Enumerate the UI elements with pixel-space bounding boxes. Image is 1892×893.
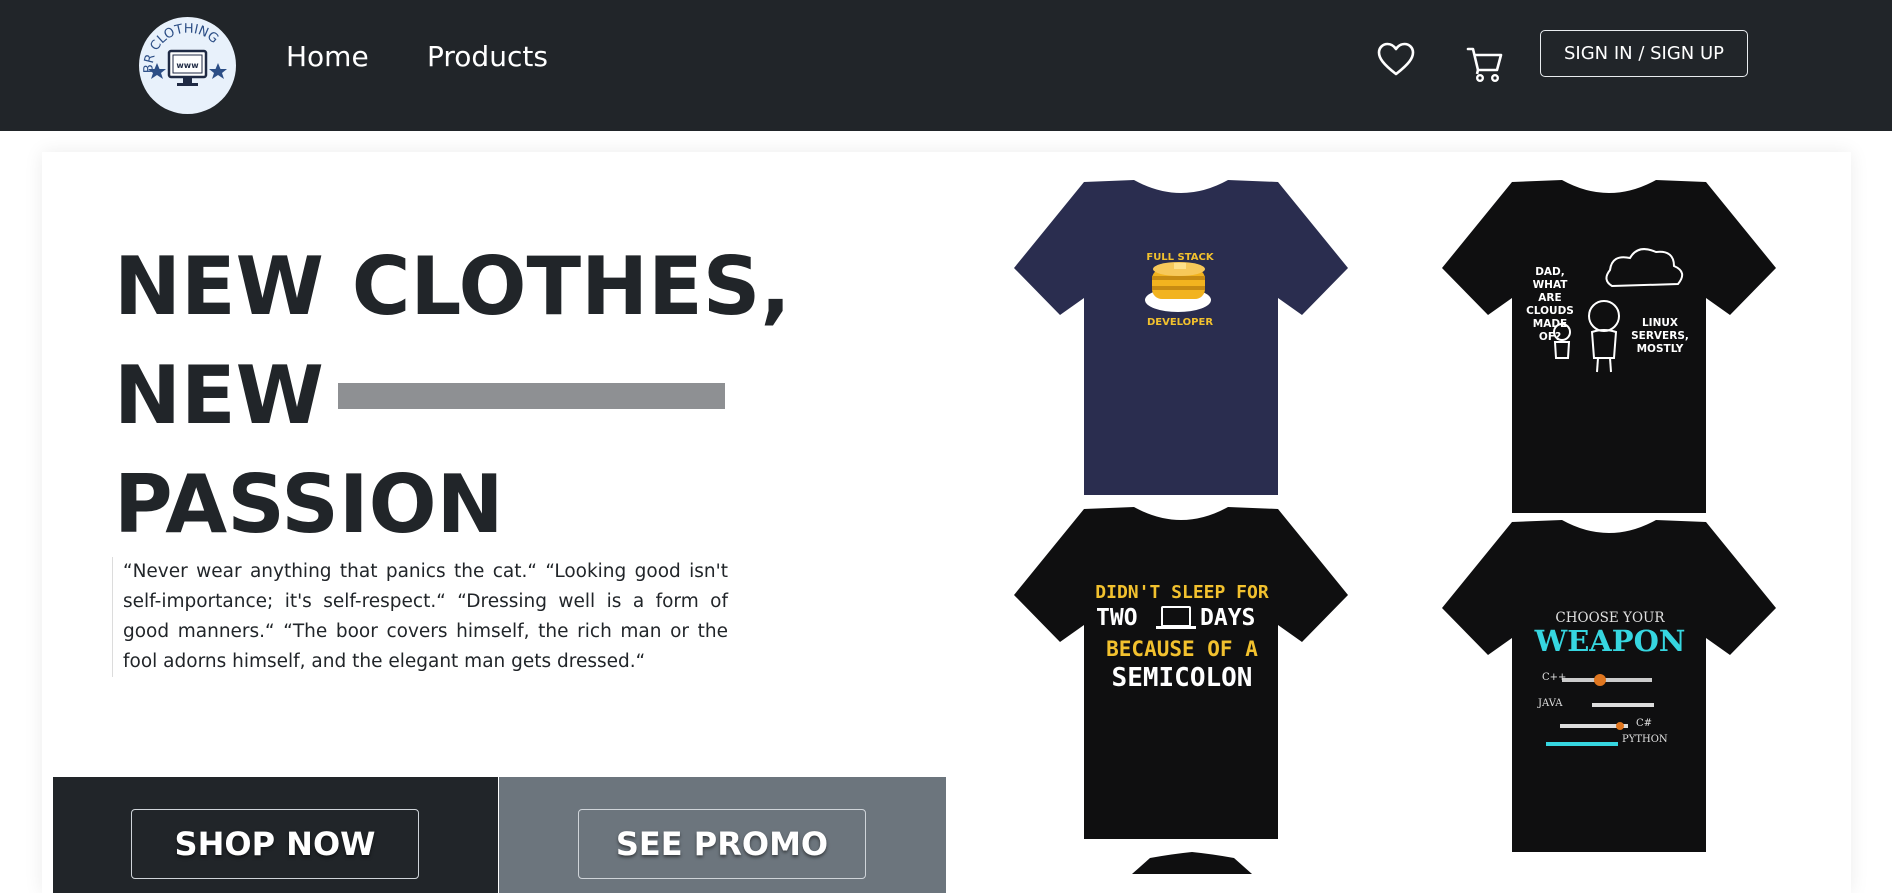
wishlist-button[interactable] xyxy=(1376,40,1416,80)
print-line-4: JAVA xyxy=(1538,698,1563,709)
logo-screen-text: www xyxy=(176,61,199,70)
product-card-clouds[interactable]: DAD, WHAT ARE CLOUDS MADE OF? LINUX SERV… xyxy=(1442,180,1776,515)
print-line-6: PYTHON xyxy=(1622,734,1668,745)
hero-headline: NEW CLOTHES, NEW PASSION xyxy=(114,232,874,559)
print-line: SERVERS, xyxy=(1631,330,1689,342)
hero-quote: “Never wear anything that panics the cat… xyxy=(112,557,728,677)
print-line-3: DAYS xyxy=(1200,605,1256,631)
headline-accent-bar xyxy=(337,383,725,410)
headline-line-2: NEW xyxy=(114,349,324,442)
print-line-2: WEAPON xyxy=(1534,624,1686,658)
print-line-5: SEMICOLON xyxy=(1111,663,1253,693)
shop-now-panel: SHOP NOW xyxy=(53,777,498,893)
heart-icon xyxy=(1377,42,1415,76)
print-line-4: BECAUSE OF A xyxy=(1106,637,1258,661)
cart-button[interactable] xyxy=(1465,44,1505,84)
see-promo-button[interactable]: SEE PROMO xyxy=(578,809,866,879)
headline-line-2-wrap: NEW xyxy=(114,341,874,450)
product-card-full-stack[interactable]: FULL STACK DEVELOPER xyxy=(1014,180,1348,497)
tshirt-image xyxy=(1014,180,1348,495)
print-line: LINUX xyxy=(1641,317,1678,329)
see-promo-panel: SEE PROMO xyxy=(499,777,946,893)
hero-section: NEW CLOTHES, NEW PASSION “Never wear any… xyxy=(42,152,1851,893)
cart-icon xyxy=(1466,47,1503,83)
headline-line-3: PASSION xyxy=(114,458,504,551)
nav-products-link[interactable]: Products xyxy=(427,40,548,73)
navbar: BR CLOTHING www Home Products SIGN IN / … xyxy=(0,0,1892,131)
print-line-5: C# xyxy=(1636,718,1653,729)
print-line-3: C++ xyxy=(1542,672,1567,683)
tshirt-image-partial xyxy=(1132,852,1252,874)
print-line-1: FULL STACK xyxy=(1146,252,1214,263)
product-card-semicolon[interactable]: DIDN'T SLEEP FOR TWO DAYS BECAUSE OF A S… xyxy=(1014,507,1348,841)
print-line: MADE OF? xyxy=(1532,318,1568,343)
print-line-2: DEVELOPER xyxy=(1146,317,1214,328)
print-line: WHAT ARE xyxy=(1532,279,1568,304)
brand-logo-icon: BR CLOTHING www xyxy=(142,22,227,86)
brand-logo[interactable]: BR CLOTHING www xyxy=(139,17,236,114)
product-card-weapon[interactable]: CHOOSE YOUR WEAPON C++ JAVA C# PYTHON xyxy=(1442,520,1776,854)
print-answer: LINUX SERVERS, MOSTLY xyxy=(1628,317,1692,356)
headline-line-1: NEW CLOTHES, xyxy=(114,240,791,333)
print-line-1: DIDN'T SLEEP FOR xyxy=(1095,582,1269,603)
print-line-2: TWO xyxy=(1096,605,1138,631)
nav-home-link[interactable]: Home xyxy=(286,40,369,73)
shop-now-button[interactable]: SHOP NOW xyxy=(131,809,419,879)
product-card-partial xyxy=(1132,852,1252,874)
print-line: DAD, xyxy=(1535,266,1565,278)
print-question: DAD, WHAT ARE CLOUDS MADE OF? xyxy=(1520,266,1580,344)
print-line: MOSTLY xyxy=(1636,343,1684,355)
tshirt-image xyxy=(1442,520,1776,852)
sign-in-button[interactable]: SIGN IN / SIGN UP xyxy=(1540,30,1748,77)
print-line: CLOUDS xyxy=(1526,305,1574,317)
tshirt-image xyxy=(1442,180,1776,513)
